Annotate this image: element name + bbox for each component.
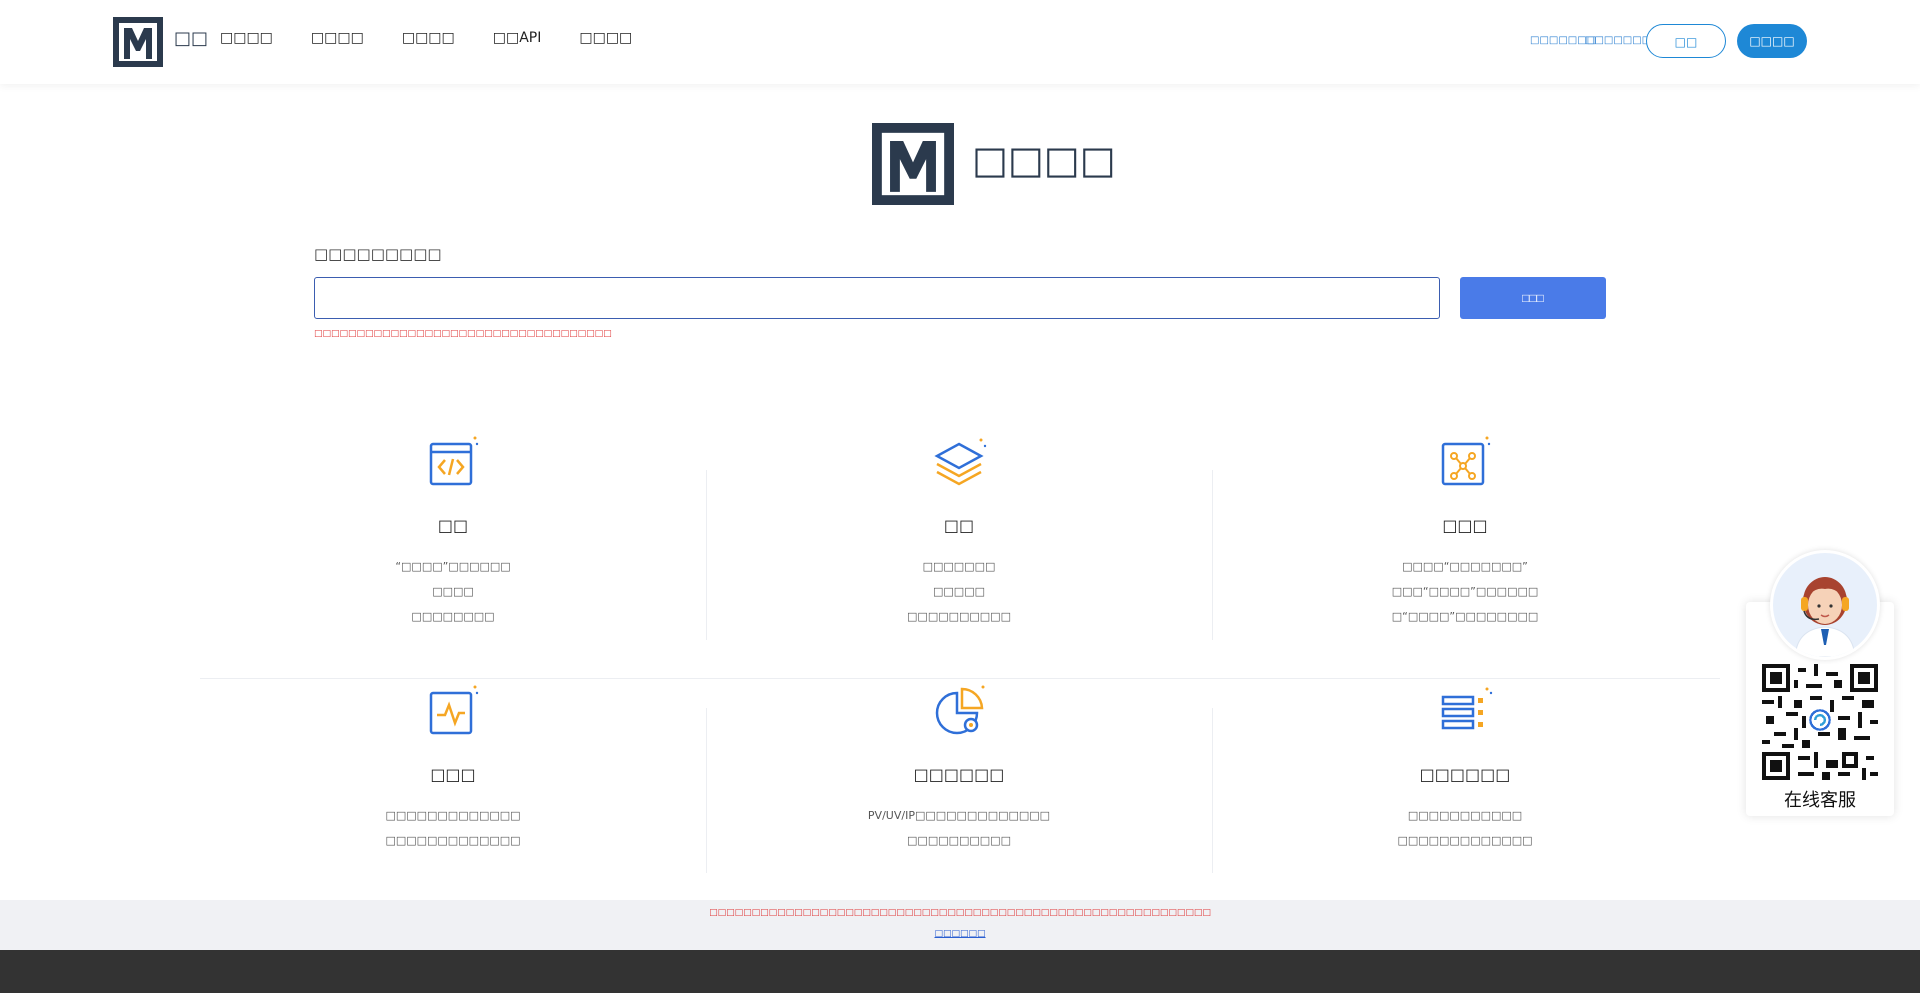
feature-title: □□□□□□: [1419, 765, 1511, 784]
code-window-icon: [429, 436, 479, 486]
site-header: □□ □□□□ □□□□ □□□□ □□API □□□□ □□□□□□□ □□□…: [0, 0, 1920, 84]
feature-line: □□□□□□□□□□: [907, 834, 1011, 847]
nav-item-2[interactable]: □□□□: [311, 30, 364, 46]
search-button[interactable]: □□□: [1460, 277, 1606, 319]
notice-text: □□□□□□□□□□□□□□□□□□□□□□□□□□□□□□□□□□□□□□□□…: [709, 908, 1211, 918]
divider: [1212, 470, 1213, 640]
nav-item-api[interactable]: □□API: [493, 30, 542, 46]
feature-line: PV/UV/IP□□□□□□□□□□□□□: [867, 809, 1051, 822]
layers-icon: [934, 438, 987, 486]
notice-link-wrap: □□□□□□: [0, 929, 1920, 939]
feature-line: □□□□: [432, 585, 474, 598]
feature-line: □□□□□□□□□□: [907, 610, 1011, 623]
feature-card: □□□ □□□□“□□□□□□□” □□□“□□□□”□□□□□□ □“□□□□…: [1215, 434, 1715, 624]
feature-line: □□□□□□□□□□□□□: [385, 834, 521, 847]
nav-item-5[interactable]: □□□□: [579, 30, 632, 46]
feature-title: □□: [943, 516, 975, 535]
login-button[interactable]: □□: [1646, 24, 1726, 58]
search-label: □□□□□□□□□: [314, 245, 442, 263]
site-footer: [0, 950, 1920, 993]
feature-card: □□□□□□ □□□□□□□□□□□ □□□□□□□□□□□□□: [1215, 683, 1715, 848]
feature-title: □□: [437, 516, 469, 535]
customer-service-avatar[interactable]: [1770, 550, 1880, 660]
brand-logo-icon[interactable]: [113, 17, 163, 67]
feature-title: □□□□□□: [913, 765, 1005, 784]
feature-title: □□□: [1442, 516, 1488, 535]
feature-card: □□□□□□ PV/UV/IP□□□□□□□□□□□□□ □□□□□□□□□□: [709, 683, 1209, 848]
brand-name[interactable]: □□: [174, 28, 208, 49]
feature-title: □□□: [430, 765, 476, 784]
feature-card: □□ □□□□□□□ □□□□□ □□□□□□□□□□: [709, 434, 1209, 624]
feature-card: □□□ □□□□□□□□□□□□□ □□□□□□□□□□□□□: [203, 683, 703, 848]
divider: [706, 708, 707, 873]
notice-link[interactable]: □□□□□□: [934, 929, 985, 939]
feature-line: “□□□□”□□□□□□: [395, 560, 511, 573]
network-nodes-icon: [1441, 436, 1491, 486]
nav-item-1[interactable]: □□□□: [220, 30, 273, 46]
feature-line: □□□□□□□□□□□□□: [385, 809, 521, 822]
register-button[interactable]: □□□□: [1737, 24, 1807, 58]
feature-line: □□□□□□□□: [411, 610, 495, 623]
pie-chart-icon: [935, 685, 985, 735]
search-hint: □□□□□□□□□□□□□□□□□□□□□□□□□□□□□□□□□□□: [314, 329, 612, 339]
divider: [706, 470, 707, 640]
monitor-pulse-icon: [429, 685, 479, 735]
main-nav: □□□□ □□□□ □□□□ □□API □□□□: [220, 30, 670, 46]
feature-line: □□□□“□□□□□□□”: [1402, 560, 1528, 573]
feature-line: □□□“□□□□”□□□□□□: [1391, 585, 1539, 598]
feature-line: □□□□□□□: [922, 560, 996, 573]
hero-logo-icon: [872, 123, 954, 205]
agent-avatar-icon: [1794, 577, 1856, 657]
top-link-2[interactable]: □□□□□□□: [1585, 35, 1651, 46]
qr-code-icon: [1762, 664, 1878, 780]
feature-line: □□□□□□□□□□□□□: [1397, 834, 1533, 847]
list-grid-icon: [1441, 687, 1493, 730]
customer-service-label[interactable]: 在线客服: [1746, 786, 1894, 812]
search-input[interactable]: [314, 277, 1440, 319]
divider: [200, 678, 1720, 679]
hero-title: □□□□: [972, 138, 1116, 182]
feature-line: □“□□□□”□□□□□□□□: [1391, 610, 1539, 623]
feature-line: □□□□□: [933, 585, 985, 598]
nav-item-3[interactable]: □□□□: [402, 30, 455, 46]
divider: [1212, 708, 1213, 873]
feature-card: □□ “□□□□”□□□□□□ □□□□ □□□□□□□□: [203, 434, 703, 624]
feature-line: □□□□□□□□□□□: [1407, 809, 1523, 822]
